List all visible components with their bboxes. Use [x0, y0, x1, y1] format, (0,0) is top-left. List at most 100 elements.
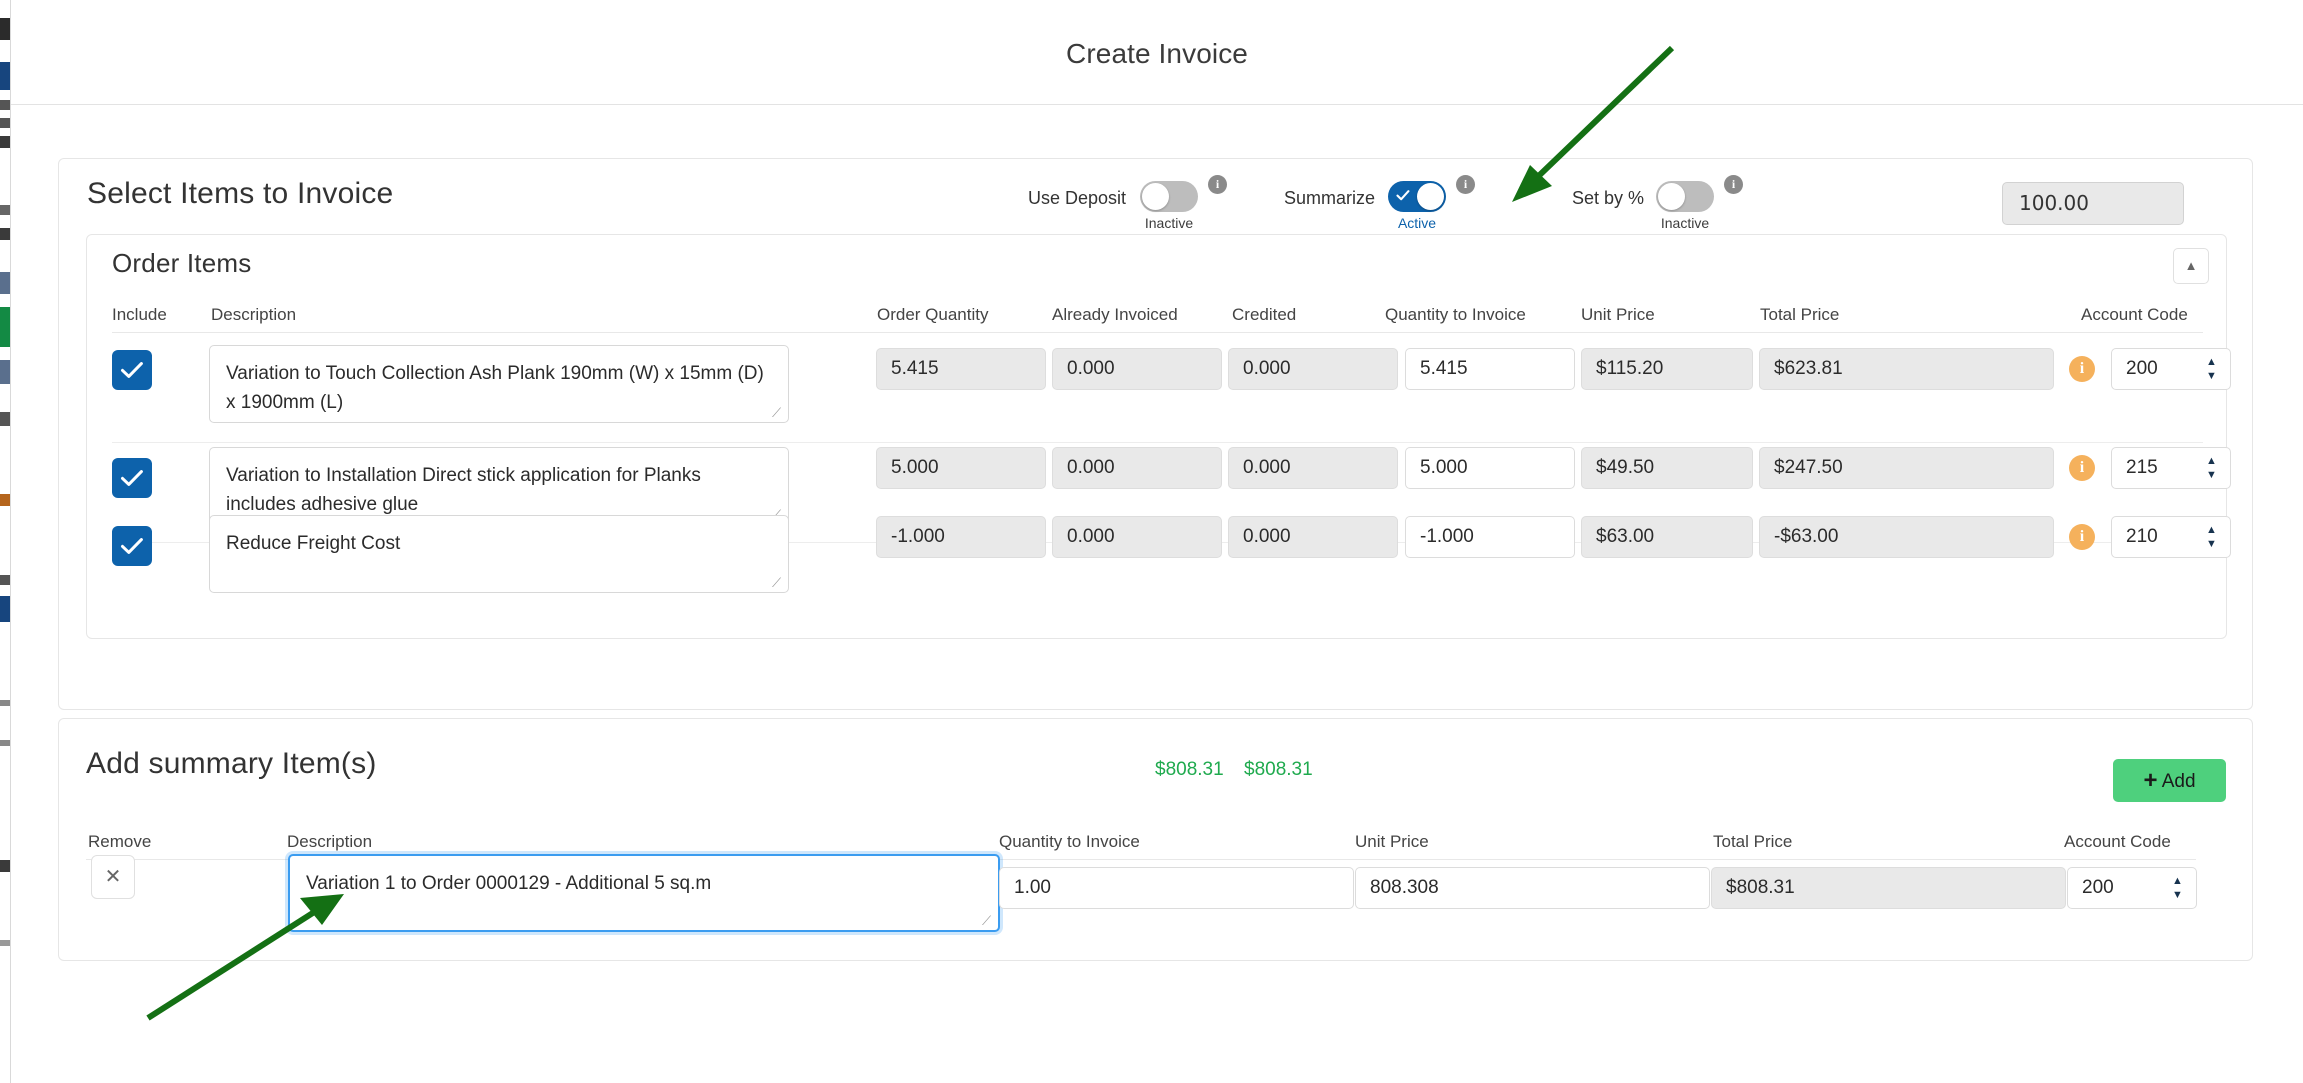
summarize-switch[interactable]: Active	[1388, 181, 1446, 231]
description-textarea-row-2[interactable]: Variation to Installation Direct stick a…	[209, 447, 789, 525]
resize-grip-icon[interactable]: ⟋	[772, 406, 784, 419]
col-credited: Credited	[1232, 305, 1297, 324]
summary-description-textarea[interactable]: Variation 1 to Order 0000129 - Additiona…	[288, 854, 1000, 932]
account-code-value: 210	[2126, 526, 2158, 547]
check-icon	[1396, 190, 1410, 201]
summary-col-description: Description	[287, 832, 373, 851]
description-textarea-row-1[interactable]: Variation to Touch Collection Ash Plank …	[209, 345, 789, 423]
account-code-value: 215	[2126, 457, 2158, 478]
select-items-panel: Select Items to Invoice Use Deposit Inac…	[58, 158, 2253, 710]
order-quantity-row-3: -1.000	[876, 516, 1046, 558]
order-quantity-row-1: 5.415	[876, 348, 1046, 390]
check-icon	[121, 470, 143, 486]
add-button[interactable]: + Add	[2113, 759, 2226, 802]
summarize-label: Summarize	[1283, 188, 1375, 208]
resize-grip-icon[interactable]: ⟋	[772, 576, 784, 589]
page-title: Create Invoice	[1066, 38, 1248, 69]
background-page-sliver	[0, 0, 11, 1083]
col-description: Description	[211, 305, 297, 324]
summarize-state: Active	[1397, 215, 1437, 231]
use-deposit-switch[interactable]: Inactive	[1140, 181, 1198, 231]
account-code-value: 200	[2126, 358, 2158, 379]
plus-icon: +	[2143, 767, 2158, 794]
col-quantity-to-invoice: Quantity to Invoice	[1385, 305, 1526, 324]
percent-value-field[interactable]: 100.00	[2002, 182, 2184, 225]
col-total-price: Total Price	[1760, 305, 1840, 324]
check-icon	[121, 538, 143, 554]
account-code-row-1[interactable]: 200 ▲ ▼	[2111, 348, 2231, 390]
spinner-icon[interactable]: ▲ ▼	[2206, 454, 2218, 482]
summary-col-account-code: Account Code	[2064, 832, 2171, 851]
order-items-heading: Order Items	[112, 248, 252, 278]
use-deposit-state: Inactive	[1144, 215, 1194, 231]
col-already-invoiced: Already Invoiced	[1052, 305, 1178, 324]
col-order-quantity: Order Quantity	[877, 305, 989, 324]
account-code-value: 200	[2082, 877, 2114, 898]
create-invoice-modal: Create Invoice Select Items to Invoice U…	[11, 0, 2303, 1083]
quantity-to-invoice-row-1[interactable]: 5.415	[1405, 348, 1575, 390]
add-button-label: Add	[2161, 771, 2196, 792]
spinner-icon[interactable]: ▲ ▼	[2206, 523, 2218, 551]
credited-row-1: 0.000	[1228, 348, 1398, 390]
summary-col-unit-price: Unit Price	[1355, 832, 1429, 851]
select-items-heading: Select Items to Invoice	[87, 177, 394, 210]
already-invoiced-row-2: 0.000	[1052, 447, 1222, 489]
add-summary-heading: Add summary Item(s)	[86, 747, 377, 780]
switch-knob	[1142, 183, 1169, 210]
summary-account-code[interactable]: 200 ▲ ▼	[2067, 867, 2197, 909]
set-by-percent-toggle-group: Set by % Inactive i	[1524, 167, 1774, 231]
credited-row-2: 0.000	[1228, 447, 1398, 489]
quantity-to-invoice-row-2[interactable]: 5.000	[1405, 447, 1575, 489]
col-include: Include	[112, 305, 167, 324]
description-text: Variation 1 to Order 0000129 - Additiona…	[306, 873, 712, 894]
summary-total-left: $808.31	[1155, 759, 1224, 780]
row-info-icon-2[interactable]: i	[2069, 455, 2095, 481]
unit-price-row-3: $63.00	[1581, 516, 1753, 558]
summary-col-total-price: Total Price	[1713, 832, 1793, 851]
summary-unit-price[interactable]: 808.308	[1355, 867, 1710, 909]
col-account-code: Account Code	[2081, 305, 2188, 324]
row-info-icon-3[interactable]: i	[2069, 524, 2095, 550]
summary-col-quantity-to-invoice: Quantity to Invoice	[999, 832, 1140, 851]
summary-total-right: $808.31	[1244, 759, 1313, 780]
set-by-percent-label: Set by %	[1571, 188, 1644, 208]
remove-row-button[interactable]: ✕	[91, 855, 135, 899]
summary-quantity-to-invoice[interactable]: 1.00	[999, 867, 1354, 909]
spinner-icon[interactable]: ▲ ▼	[2206, 355, 2218, 383]
set-by-percent-info-icon[interactable]: i	[1724, 175, 1743, 194]
description-textarea-row-3[interactable]: Reduce Freight Cost ⟋	[209, 515, 789, 593]
check-icon	[121, 362, 143, 378]
col-unit-price: Unit Price	[1581, 305, 1655, 324]
chevron-up-icon[interactable]: ▲	[2173, 248, 2209, 284]
summary-total-price: $808.31	[1711, 867, 2066, 909]
quantity-to-invoice-row-3[interactable]: -1.000	[1405, 516, 1575, 558]
use-deposit-label: Use Deposit	[1027, 188, 1126, 208]
description-text: Variation to Installation Direct stick a…	[226, 465, 701, 515]
total-price-row-3: -$63.00	[1759, 516, 2054, 558]
order-quantity-row-2: 5.000	[876, 447, 1046, 489]
include-checkbox-row-3[interactable]	[112, 526, 152, 566]
already-invoiced-row-3: 0.000	[1052, 516, 1222, 558]
use-deposit-toggle-group: Use Deposit Inactive i	[982, 167, 1232, 231]
total-price-row-1: $623.81	[1759, 348, 2054, 390]
account-code-row-3[interactable]: 210 ▲ ▼	[2111, 516, 2231, 558]
unit-price-row-2: $49.50	[1581, 447, 1753, 489]
switch-knob	[1658, 183, 1685, 210]
total-price-row-2: $247.50	[1759, 447, 2054, 489]
already-invoiced-row-1: 0.000	[1052, 348, 1222, 390]
include-checkbox-row-1[interactable]	[112, 350, 152, 390]
set-by-percent-state: Inactive	[1660, 215, 1710, 231]
order-items-card: Order Items ▲ Include Description Order …	[86, 234, 2231, 639]
account-code-row-2[interactable]: 215 ▲ ▼	[2111, 447, 2231, 489]
spinner-icon[interactable]: ▲ ▼	[2172, 874, 2184, 902]
set-by-percent-switch[interactable]: Inactive	[1656, 181, 1714, 231]
credited-row-3: 0.000	[1228, 516, 1398, 558]
description-text: Variation to Touch Collection Ash Plank …	[226, 363, 764, 413]
include-checkbox-row-2[interactable]	[112, 458, 152, 498]
row-info-icon-1[interactable]: i	[2069, 356, 2095, 382]
resize-grip-icon[interactable]: ⟋	[982, 914, 994, 927]
add-summary-items-panel: Add summary Item(s) $808.31 $808.31 + Ad…	[58, 718, 2253, 961]
summarize-toggle-group: Summarize Active i	[1225, 167, 1485, 231]
header-divider	[112, 332, 2203, 333]
summarize-info-icon[interactable]: i	[1456, 175, 1475, 194]
